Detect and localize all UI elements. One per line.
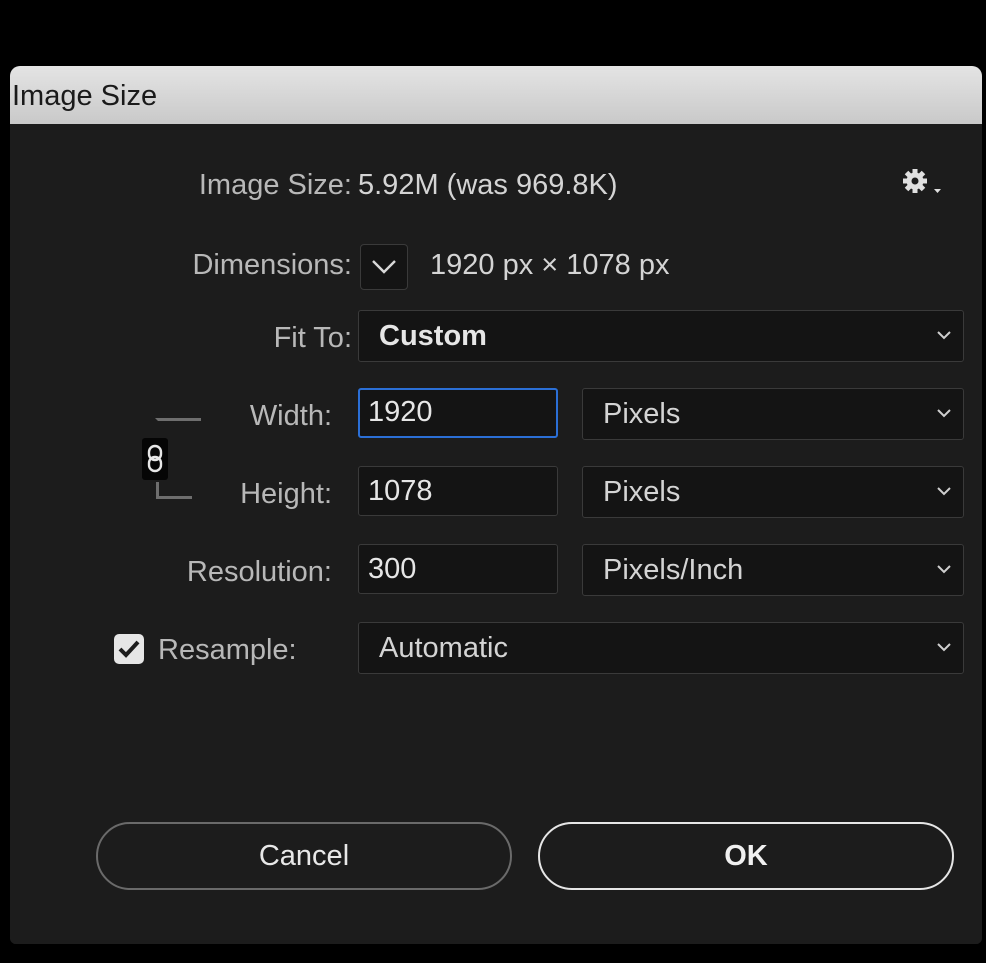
width-unit-selected: Pixels (603, 398, 681, 430)
height-unit-select[interactable]: Pixels (582, 466, 964, 518)
resample-label: Resample: (158, 634, 297, 666)
ok-button[interactable]: OK (538, 822, 954, 890)
constrain-bracket-top (155, 418, 201, 440)
window-title: Image Size (12, 80, 158, 112)
resample-selected: Automatic (379, 632, 508, 664)
dialog-body (10, 124, 982, 944)
image-size-label: Image Size: (198, 169, 352, 201)
dimensions-units-toggle[interactable] (360, 244, 408, 290)
constrain-proportions-link-icon[interactable] (142, 438, 168, 480)
resolution-unit-select[interactable]: Pixels/Inch (582, 544, 964, 596)
checkmark-icon (118, 640, 140, 658)
chevron-down-icon (937, 331, 951, 340)
image-size-value: 5.92M (was 969.8K) (358, 169, 618, 201)
chevron-down-icon (937, 565, 951, 574)
chevron-down-icon (937, 409, 951, 418)
title-bar[interactable]: Image Size (10, 66, 982, 125)
fit-to-select[interactable]: Custom (358, 310, 964, 362)
chevron-down-icon (937, 487, 951, 496)
fit-to-label: Fit To: (273, 322, 352, 354)
resample-checkbox[interactable] (114, 634, 144, 664)
height-input[interactable]: 1078 (358, 466, 558, 516)
resolution-input[interactable]: 300 (358, 544, 558, 594)
height-label: Height: (240, 478, 332, 510)
chevron-down-icon (372, 260, 396, 274)
constrain-bracket-bottom (156, 482, 192, 499)
chevron-down-icon (937, 643, 951, 652)
width-label: Width: (249, 400, 332, 432)
width-input[interactable]: 1920 (358, 388, 558, 438)
resolution-unit-selected: Pixels/Inch (603, 554, 744, 586)
cancel-button[interactable]: Cancel (96, 822, 512, 890)
height-unit-selected: Pixels (603, 476, 681, 508)
gear-icon[interactable] (901, 168, 947, 196)
image-size-dialog: Image Size Image Size: 5.92M (was 969.8K… (10, 66, 982, 944)
resolution-label: Resolution: (186, 556, 332, 588)
dimensions-value: 1920 px × 1078 px (430, 249, 670, 281)
dimensions-label: Dimensions: (192, 249, 352, 281)
fit-to-selected: Custom (379, 320, 487, 352)
width-unit-select[interactable]: Pixels (582, 388, 964, 440)
resample-select[interactable]: Automatic (358, 622, 964, 674)
